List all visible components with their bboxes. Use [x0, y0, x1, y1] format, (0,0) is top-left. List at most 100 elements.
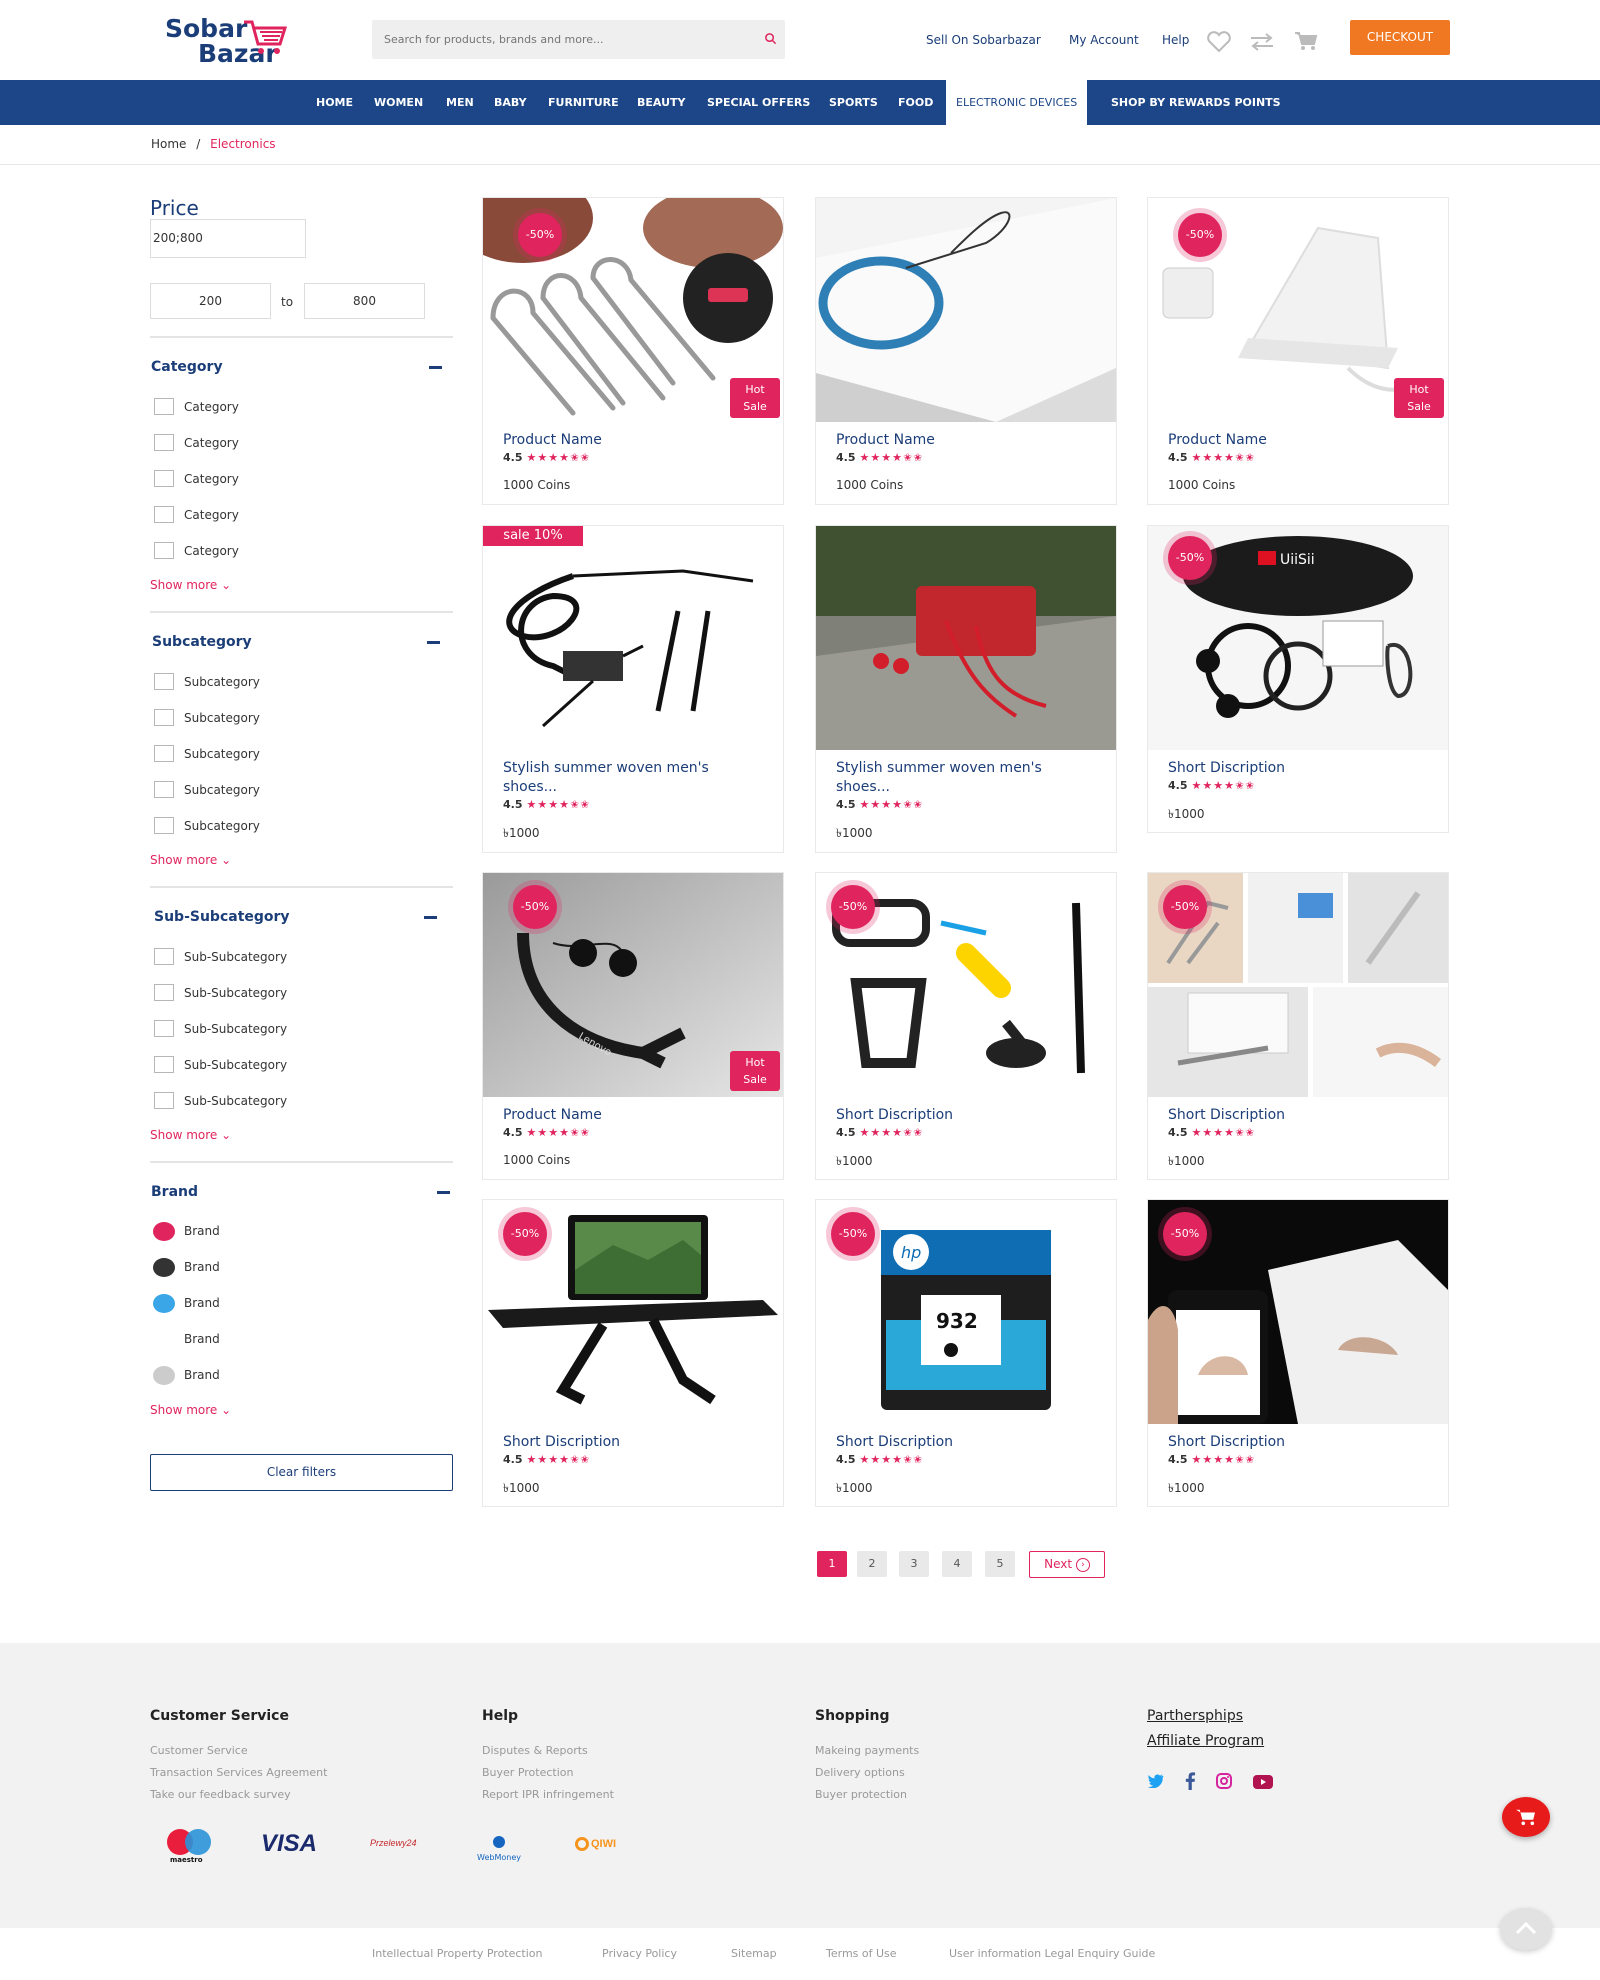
product-image[interactable] [816, 198, 1116, 422]
product-name[interactable]: Short Discription [836, 1433, 953, 1452]
product-image[interactable]: Lenovo -50% Hot Sale [483, 873, 783, 1097]
help-link[interactable]: Help [1162, 33, 1189, 47]
product-name[interactable]: Stylish summer woven men's shoes... [503, 759, 763, 797]
product-card[interactable]: Product Name 4.5 ★★★★✬✬ 1000 Coins [815, 197, 1117, 505]
nav-beauty[interactable]: BEAUTY [637, 80, 685, 125]
price-min-input[interactable]: 200 [150, 283, 271, 319]
brand-color-swatch[interactable] [153, 1222, 175, 1241]
back-to-top-button[interactable] [1500, 1908, 1552, 1950]
footer-link[interactable]: Makeing payments [815, 1744, 919, 1757]
subsubcategory-checkbox[interactable] [154, 1020, 174, 1037]
price-range-value[interactable]: 200;800 [150, 219, 306, 258]
nav-baby[interactable]: BABY [494, 80, 527, 125]
subsubcategory-checkbox[interactable] [154, 984, 174, 1001]
youtube-icon[interactable] [1253, 1775, 1273, 1789]
nav-women[interactable]: WOMEN [374, 80, 423, 125]
footer-link[interactable]: Buyer protection [815, 1788, 907, 1801]
product-image[interactable] [816, 526, 1116, 750]
nav-electronic-devices[interactable]: ELECTRONIC DEVICES [946, 79, 1088, 125]
category-checkbox[interactable] [154, 506, 174, 523]
product-image[interactable]: -50% [816, 873, 1116, 1097]
product-name[interactable]: Product Name [503, 1106, 602, 1125]
product-name[interactable]: Short Discription [1168, 1106, 1285, 1125]
collapse-brand-icon[interactable] [437, 1191, 450, 1194]
product-name[interactable]: Stylish summer woven men's shoes... [836, 759, 1096, 797]
subcategory-checkbox[interactable] [154, 817, 174, 834]
page-4-button[interactable]: 4 [942, 1551, 972, 1577]
price-max-input[interactable]: 800 [304, 283, 425, 319]
nav-furniture[interactable]: FURNITURE [548, 80, 619, 125]
sell-link[interactable]: Sell On Sobarbazar [926, 33, 1041, 47]
product-image[interactable]: -50% [483, 1200, 783, 1424]
product-name[interactable]: Product Name [836, 431, 935, 450]
subsubcategory-checkbox[interactable] [154, 1056, 174, 1073]
product-card[interactable]: -50% Short Discription 4.5 ★★★★✬✬ ৳1000 [815, 872, 1117, 1180]
subcategory-checkbox[interactable] [154, 673, 174, 690]
footer-link[interactable]: Buyer Protection [482, 1766, 573, 1779]
logo[interactable]: Sobar Bazar [162, 14, 292, 68]
sitemap-link[interactable]: Sitemap [731, 1947, 777, 1960]
collapse-category-icon[interactable] [429, 366, 442, 369]
category-checkbox[interactable] [154, 470, 174, 487]
affiliate-program-link[interactable]: Affiliate Program [1147, 1733, 1264, 1749]
product-card[interactable]: -50% Hot Sale Product Name 4.5 ★★★★✬✬ 1000… [482, 197, 784, 505]
product-card[interactable]: -50% Short Discription 4.5 ★★★★✬✬ ৳1000 [482, 1199, 784, 1507]
product-card[interactable]: Stylish summer woven men's shoes... 4.5 ★… [815, 525, 1117, 853]
compare-icon[interactable] [1249, 33, 1275, 51]
nav-men[interactable]: MEN [446, 80, 474, 125]
search-input[interactable] [372, 20, 742, 59]
facebook-icon[interactable] [1184, 1772, 1196, 1790]
instagram-icon[interactable] [1216, 1773, 1232, 1789]
search-icon[interactable] [764, 32, 777, 45]
brand-show-more[interactable]: Show more ⌄ [150, 1403, 231, 1417]
page-1-button[interactable]: 1 [817, 1551, 847, 1577]
product-name[interactable]: Short Discription [1168, 759, 1285, 778]
subsubcategory-checkbox[interactable] [154, 948, 174, 965]
brand-color-swatch[interactable] [153, 1330, 175, 1349]
twitter-icon[interactable] [1148, 1774, 1164, 1788]
footer-link[interactable]: Customer Service [150, 1744, 248, 1757]
breadcrumb-home[interactable]: Home [151, 137, 186, 151]
privacy-policy-link[interactable]: Privacy Policy [602, 1947, 677, 1960]
category-show-more[interactable]: Show more ⌄ [150, 578, 231, 592]
collapse-subcategory-icon[interactable] [427, 641, 440, 644]
collapse-subsubcategory-icon[interactable] [424, 916, 437, 919]
brand-color-swatch[interactable] [153, 1366, 175, 1385]
product-image[interactable]: -50% Hot Sale [1148, 198, 1448, 422]
subcategory-checkbox[interactable] [154, 781, 174, 798]
clear-filters-button[interactable]: Clear filters [150, 1454, 453, 1491]
my-account-link[interactable]: My Account [1069, 33, 1139, 47]
nav-food[interactable]: FOOD [898, 80, 933, 125]
cart-icon[interactable] [1294, 31, 1318, 51]
product-image[interactable]: sale 10% [483, 526, 783, 750]
product-name[interactable]: Product Name [503, 431, 602, 450]
product-image[interactable]: -50% [1148, 1200, 1448, 1424]
next-page-button[interactable]: Next › [1029, 1551, 1105, 1578]
footer-link[interactable]: Transaction Services Agreement [150, 1766, 327, 1779]
page-5-button[interactable]: 5 [985, 1551, 1015, 1577]
product-name[interactable]: Product Name [1168, 431, 1267, 450]
product-image[interactable]: hp 932 -50% [816, 1200, 1116, 1424]
product-card[interactable]: -50% Short Discription 4.5 ★★★★✬✬ ৳1000 [1147, 872, 1449, 1180]
footer-link[interactable]: Report IPR infringement [482, 1788, 614, 1801]
product-card[interactable]: sale 10% Stylish summer woven men's shoe… [482, 525, 784, 853]
product-name[interactable]: Short Discription [1168, 1433, 1285, 1452]
subsubcategory-checkbox[interactable] [154, 1092, 174, 1109]
product-image[interactable]: -50% [1148, 873, 1448, 1097]
page-3-button[interactable]: 3 [899, 1551, 929, 1577]
product-image[interactable]: -50% Hot Sale [483, 198, 783, 422]
ip-protection-link[interactable]: Intellectual Property Protection [372, 1947, 543, 1960]
product-card[interactable]: -50% Hot Sale Product Name 4.5 ★★★★✬✬ 1000… [1147, 197, 1449, 505]
product-card[interactable]: Lenovo -50% Hot Sale Product Name 4.5 ★★★★… [482, 872, 784, 1180]
page-2-button[interactable]: 2 [857, 1551, 887, 1577]
product-name[interactable]: Short Discription [836, 1106, 953, 1125]
brand-color-swatch[interactable] [153, 1258, 175, 1277]
nav-special-offers[interactable]: SPECIAL OFFERS [707, 80, 810, 125]
nav-home[interactable]: HOME [316, 80, 353, 125]
category-checkbox[interactable] [154, 542, 174, 559]
nav-rewards[interactable]: SHOP BY REWARDS POINTS [1111, 80, 1281, 125]
footer-link[interactable]: Take our feedback survey [150, 1788, 291, 1801]
checkout-button[interactable]: CHECKOUT [1350, 20, 1450, 55]
nav-sports[interactable]: SPORTS [829, 80, 878, 125]
product-image[interactable]: UiiSii -50% [1148, 526, 1448, 750]
